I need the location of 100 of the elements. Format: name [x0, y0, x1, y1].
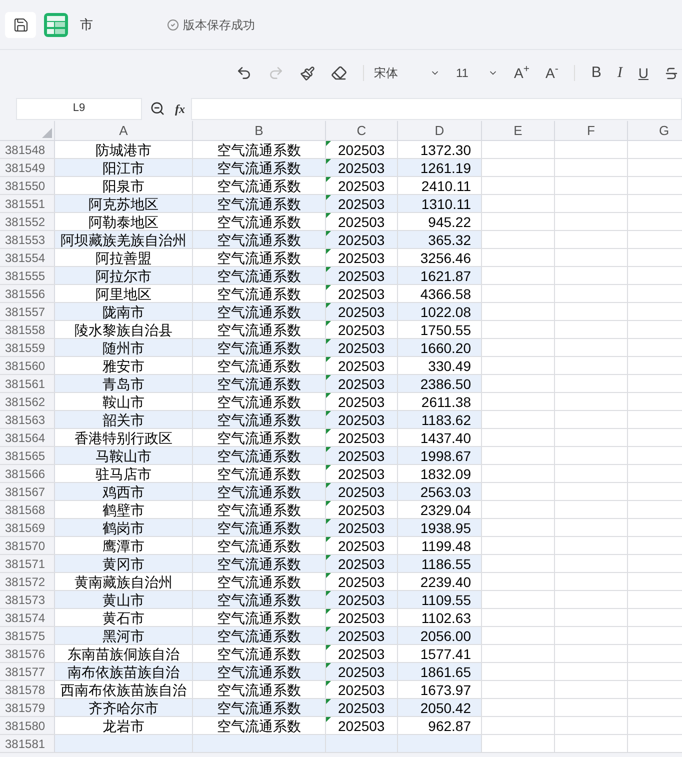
save-button[interactable]	[5, 12, 36, 38]
table-cell: 2563.03	[398, 483, 482, 500]
column-header[interactable]: F	[555, 121, 628, 140]
undo-button[interactable]	[236, 65, 252, 81]
table-cell: 空气流通系数	[193, 339, 326, 356]
table-cell: 202503	[326, 177, 398, 194]
table-cell: 1938.95	[398, 519, 482, 536]
column-header[interactable]: G	[628, 121, 682, 140]
table-cell: 龙岩市	[55, 717, 193, 734]
table-cell: 阿坝藏族羌族自治州	[55, 231, 193, 248]
table-cell: 鹰潭市	[55, 537, 193, 554]
table-cell: 空气流通系数	[193, 303, 326, 320]
table-cell: 202503	[326, 591, 398, 608]
text-number-flag-icon	[326, 699, 331, 704]
table-cell: 空气流通系数	[193, 483, 326, 500]
text-number-flag-icon	[326, 537, 331, 542]
table-cell: 空气流通系数	[193, 627, 326, 644]
clear-format-button[interactable]	[331, 65, 347, 81]
table-cell: 1673.97	[398, 681, 482, 698]
table-cell: 1998.67	[398, 447, 482, 464]
table-cell: 1310.11	[398, 195, 482, 212]
format-painter-button[interactable]	[300, 66, 315, 80]
text-number-flag-icon	[326, 213, 331, 218]
table-cell: 202503	[326, 699, 398, 716]
increase-font-button[interactable]: A$^{+}$	[514, 62, 530, 84]
table-cell: 1022.08	[398, 303, 482, 320]
font-dropdown[interactable]: 宋体	[374, 64, 440, 82]
table-cell: 陇南市	[55, 303, 193, 320]
table-cell: 1750.55	[398, 321, 482, 338]
table-cell: 4366.58	[398, 285, 482, 302]
text-number-flag-icon	[326, 141, 331, 146]
function-label: fx	[175, 100, 185, 118]
table-cell: 空气流通系数	[193, 591, 326, 608]
text-number-flag-icon	[326, 411, 331, 416]
text-number-flag-icon	[326, 519, 331, 524]
table-cell: 202503	[326, 537, 398, 554]
table-cell: 202503	[326, 465, 398, 482]
text-number-flag-icon	[326, 555, 331, 560]
text-number-flag-icon	[326, 375, 331, 380]
table-cell: 202503	[326, 267, 398, 284]
table-cell: 阿克苏地区	[55, 195, 193, 212]
text-number-flag-icon	[326, 195, 331, 200]
table-cell: 空气流通系数	[193, 195, 326, 212]
table-cell: 空气流通系数	[193, 555, 326, 572]
italic-button[interactable]: I	[617, 62, 622, 84]
table-cell: 黄石市	[55, 609, 193, 626]
column-header[interactable]: C	[326, 121, 398, 140]
table-cell: 空气流通系数	[193, 393, 326, 410]
column-header[interactable]: B	[193, 121, 326, 140]
text-number-flag-icon	[326, 609, 331, 614]
formula-input[interactable]	[191, 98, 682, 120]
save-status: 版本保存成功	[183, 16, 255, 34]
table-cell: 鞍山市	[55, 393, 193, 410]
table-cell: 202503	[326, 681, 398, 698]
table-cell: 空气流通系数	[193, 501, 326, 518]
text-number-flag-icon	[326, 645, 331, 650]
zoom-icon[interactable]	[150, 101, 165, 116]
table-cell: 2329.04	[398, 501, 482, 518]
table-cell: 阿里地区	[55, 285, 193, 302]
table-cell: 202503	[326, 501, 398, 518]
table-cell: 1437.40	[398, 429, 482, 446]
table-cell: 鹤壁市	[55, 501, 193, 518]
table-cell: 1102.63	[398, 609, 482, 626]
table-cell: 空气流通系数	[193, 159, 326, 176]
text-number-flag-icon	[326, 303, 331, 308]
table-cell: 1861.65	[398, 663, 482, 680]
table-cell: 阿拉善盟	[55, 249, 193, 266]
text-number-flag-icon	[326, 339, 331, 344]
text-number-flag-icon	[326, 627, 331, 632]
table-cell: 3256.46	[398, 249, 482, 266]
table-cell: 黄山市	[55, 591, 193, 608]
text-number-flag-icon	[326, 159, 331, 164]
name-box[interactable]: L9	[16, 98, 142, 120]
table-cell: 西南布依族苗族自治	[55, 681, 193, 698]
table-cell: 1621.87	[398, 267, 482, 284]
column-header[interactable]: A	[55, 121, 193, 140]
column-header[interactable]: E	[482, 121, 555, 140]
table-cell: 空气流通系数	[193, 357, 326, 374]
table-cell: 202503	[326, 213, 398, 230]
bold-button[interactable]: B	[591, 62, 602, 84]
table-cell: 330.49	[398, 357, 482, 374]
font-size-dropdown[interactable]: 11	[456, 64, 498, 82]
table-cell: 空气流通系数	[193, 429, 326, 446]
table-cell: 空气流通系数	[193, 609, 326, 626]
table-cell: 202503	[326, 249, 398, 266]
decrease-font-button[interactable]: A$^{-}$	[545, 62, 558, 84]
underline-button[interactable]: U	[638, 62, 648, 84]
text-number-flag-icon	[326, 231, 331, 236]
column-header[interactable]: D	[398, 121, 482, 140]
table-cell: 2050.42	[398, 699, 482, 716]
table-cell: 黄南藏族自治州	[55, 573, 193, 590]
table-cell: 雅安市	[55, 357, 193, 374]
table-cell: 香港特别行政区	[55, 429, 193, 446]
table-cell: 202503	[326, 159, 398, 176]
strikethrough-button[interactable]	[664, 66, 680, 80]
table-cell: 202503	[326, 645, 398, 662]
table-cell: 1372.30	[398, 141, 482, 158]
table-cell: 韶关市	[55, 411, 193, 428]
save-icon	[12, 16, 28, 32]
table-cell: 空气流通系数	[193, 447, 326, 464]
